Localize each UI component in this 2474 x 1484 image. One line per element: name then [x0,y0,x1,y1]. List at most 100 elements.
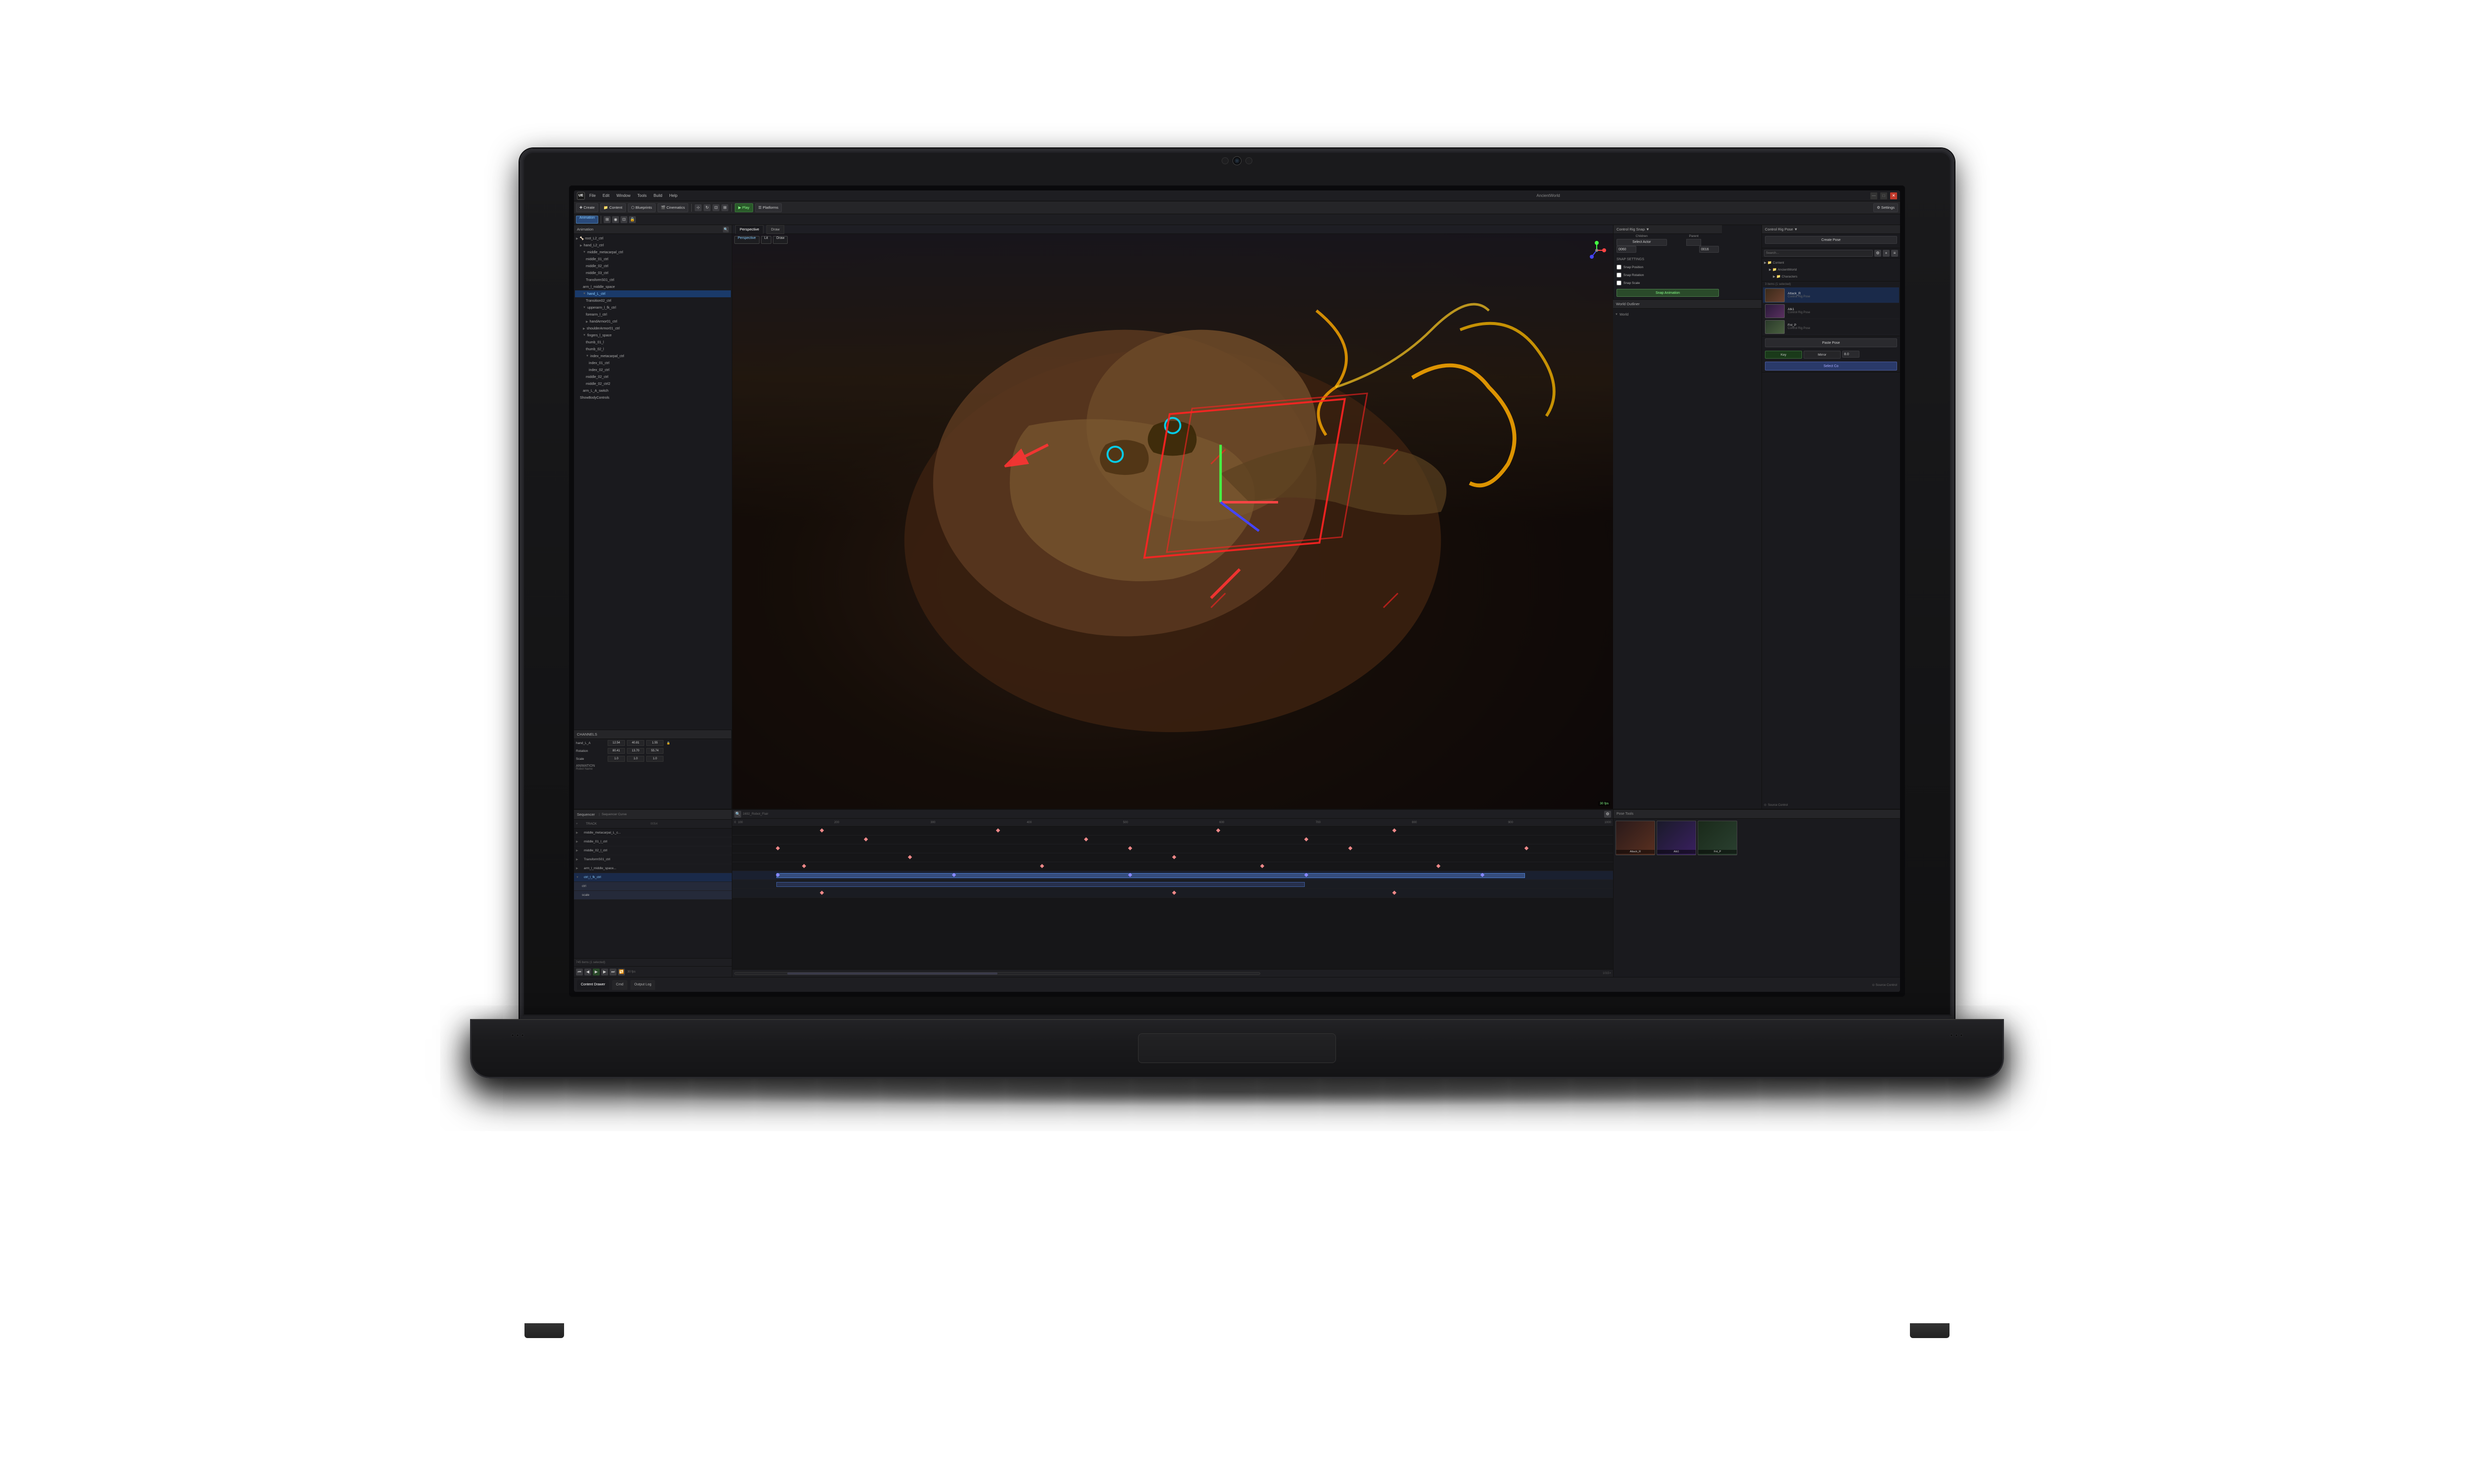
tree-item-root[interactable]: ▶ 🦴 root_L2_ctrl [575,235,731,242]
world-item[interactable]: ▼ World [1615,311,1760,319]
seq-track-row-4[interactable]: ▶ TransformS01_ctrl [574,855,732,864]
create-button[interactable]: ✚ Create [576,203,598,212]
channel-val-y1[interactable]: 40.81 [627,740,644,746]
blueprints-button[interactable]: ⬡ Blueprints [628,203,656,212]
transform-icon[interactable]: ⊹ [695,204,702,211]
tree-item-showbody[interactable]: ShowBodyControls [575,394,731,401]
scene-search-icon[interactable]: 🔍 [723,227,729,232]
paste-pose-button[interactable]: Paste Pose [1765,338,1897,347]
tree-item-shoulder[interactable]: ▶ shoulderArmor01_ctrl [575,325,731,332]
content-button[interactable]: 📁 Content [600,203,626,212]
tree-item-thumb02[interactable]: thumb_02_l [575,346,731,353]
scale-icon[interactable]: ⊡ [713,204,719,211]
parent-value-input[interactable]: 0016 [1699,246,1719,253]
seq-track-row-2[interactable]: ▶ middle_01_l_ctrl [574,837,732,846]
timeline-settings-icon[interactable]: ⚙ [1604,811,1611,818]
channel-val-sz[interactable]: 1.0 [646,756,664,762]
viewport-3d[interactable]: Perspective Lit Draw [732,234,1613,809]
rotate-icon[interactable]: ↻ [704,204,711,211]
pose-add-icon[interactable]: + [1883,250,1890,257]
content-folder[interactable]: ▶ 📁 Content [1764,259,1898,266]
menu-build[interactable]: Build [652,193,664,198]
menu-help[interactable]: Help [668,193,679,198]
lit-button[interactable]: Lit [761,236,771,244]
tree-item-arm-switch[interactable]: arm_L_A_switch [575,387,731,394]
ancient-world-folder[interactable]: ▶ 📁 AncientWorld [1764,266,1898,273]
menu-tools[interactable]: Tools [636,193,648,198]
cmd-tab[interactable]: Cmd [612,980,627,990]
tree-item-index02[interactable]: index_02_ctrl [575,367,731,373]
select-co-button[interactable]: Select Co [1765,362,1897,371]
tree-item-upperarm[interactable]: ▼ upperarm_l_fk_ctrl [575,304,731,311]
channel-val-rz[interactable]: 55.74 [646,748,664,754]
seq-track-row-6[interactable]: ▼ ctrl_l_fk_ctrl [574,873,732,882]
content-drawer-tab[interactable]: Content Drawer [577,980,609,990]
channel-val-z1[interactable]: 1.55 [646,740,664,746]
pose-item-attack-r[interactable]: Attack_R Control Rig Pose [1763,287,1899,303]
perspective-tab[interactable]: Perspective [735,225,763,234]
pose-search-input[interactable] [1764,250,1873,257]
pose-thumb-atk1[interactable]: Atk1 [1657,821,1696,855]
tree-item-fingers[interactable]: ▼ fingers_l_space [575,332,731,339]
tree-item-forearm[interactable]: forearm_l_ctrl [575,311,731,318]
next-frame-button[interactable]: ▶ [601,969,608,975]
mirror-button[interactable]: Mirror [1804,351,1841,359]
tree-item-mid1[interactable]: middle_01_ctrl [575,256,731,263]
channel-val-sx[interactable]: 1.0 [608,756,625,762]
menu-file[interactable]: File [588,193,597,198]
seq-track-row-7[interactable]: ctrl [574,882,732,891]
touchpad[interactable] [1138,1033,1336,1063]
skip-start-button[interactable]: ⏮ [576,969,583,975]
pose-item-atk1[interactable]: Atk1 Control Rig Pose [1763,303,1899,319]
snap-rotation-checkbox[interactable] [1617,273,1621,278]
tree-item-trans02[interactable]: Transition02_ctrl [575,297,731,304]
seq-track-row-5[interactable]: ▶ arm_l_middle_space... [574,864,732,873]
animation-mode-button[interactable]: Animation [576,216,598,224]
skip-end-button[interactable]: ⏭ [610,969,617,975]
channel-val-ry[interactable]: 13.70 [627,748,644,754]
prev-frame-button[interactable]: ◀ [584,969,591,975]
maximize-button[interactable]: □ [1880,192,1887,199]
characters-folder[interactable]: ▶ 📁 Characters [1764,273,1898,280]
snap-icon[interactable]: ⊞ [721,204,728,211]
cinematics-button[interactable]: 🎬 Cinematics [658,203,689,212]
pose-settings-icon[interactable]: ⚙ [1874,250,1881,257]
timeline-search-icon[interactable]: 🔍 [734,811,741,818]
settings-button[interactable]: ⚙ Settings [1873,203,1898,212]
pose-thumb-fnt-p[interactable]: Fnt_P [1698,821,1737,855]
select-actor-button[interactable]: Select Actor [1617,239,1667,246]
tree-item-mid2[interactable]: middle_02_ctrl [575,263,731,270]
draw-tab[interactable]: Draw [766,225,784,234]
menu-window[interactable]: Window [615,193,632,198]
sub-icon-2[interactable]: ◉ [612,216,619,223]
snap-animation-button[interactable]: Snap Animation [1617,289,1719,297]
play-seq-button[interactable]: ▶ [593,969,600,975]
tree-item-handarmor[interactable]: ▶ handArmor01_ctrl [575,318,731,325]
snap-scale-checkbox[interactable] [1617,280,1621,285]
tree-item-indexmeta[interactable]: ▼ index_metacarpal_ctrl [575,353,731,360]
channel-val-x1[interactable]: 12.54 [608,740,625,746]
tree-item-mid02-3[interactable]: middle_02_ctrl2 [575,380,731,387]
seq-track-row-8[interactable]: scale [574,891,732,900]
perspective-view-button[interactable]: Perspective [734,236,760,244]
seq-track-row-1[interactable]: ▶ middle_metacarpal_L_c... [574,829,732,837]
close-button[interactable]: ✕ [1890,192,1897,199]
pose-item-fnt-p[interactable]: Fnt_P Control Rig Pose [1763,319,1899,335]
menu-edit[interactable]: Edit [601,193,611,198]
tree-item-selected[interactable]: ▼ hand_L_ctrl [575,290,731,297]
tree-item-metacarpal[interactable]: ▼ middle_metacarpal_ctrl [575,249,731,256]
source-control-footer[interactable]: ⊙ Source Control [1872,983,1897,987]
play-button[interactable]: ▶ Play [735,203,753,212]
tree-item-hand[interactable]: ▶ hand_L2_ctrl [575,242,731,249]
tree-item-transforms01[interactable]: TransformS01_ctrl [575,277,731,283]
seq-track-row-3[interactable]: ▶ middle_02_l_ctrl [574,846,732,855]
channel-val-rx[interactable]: 80.41 [608,748,625,754]
child-value-input[interactable]: 0060 [1617,246,1636,253]
tree-item-mid3[interactable]: middle_03_ctrl [575,270,731,277]
create-pose-button[interactable]: Create Pose [1765,236,1897,244]
key-button[interactable]: Key [1765,351,1802,359]
tree-item-armspace[interactable]: arm_l_middle_space [575,283,731,290]
key-value-input[interactable]: 8.0 [1842,351,1859,358]
pose-filter-icon[interactable]: ≡ [1891,250,1898,257]
parent-empty-field[interactable] [1686,239,1701,246]
